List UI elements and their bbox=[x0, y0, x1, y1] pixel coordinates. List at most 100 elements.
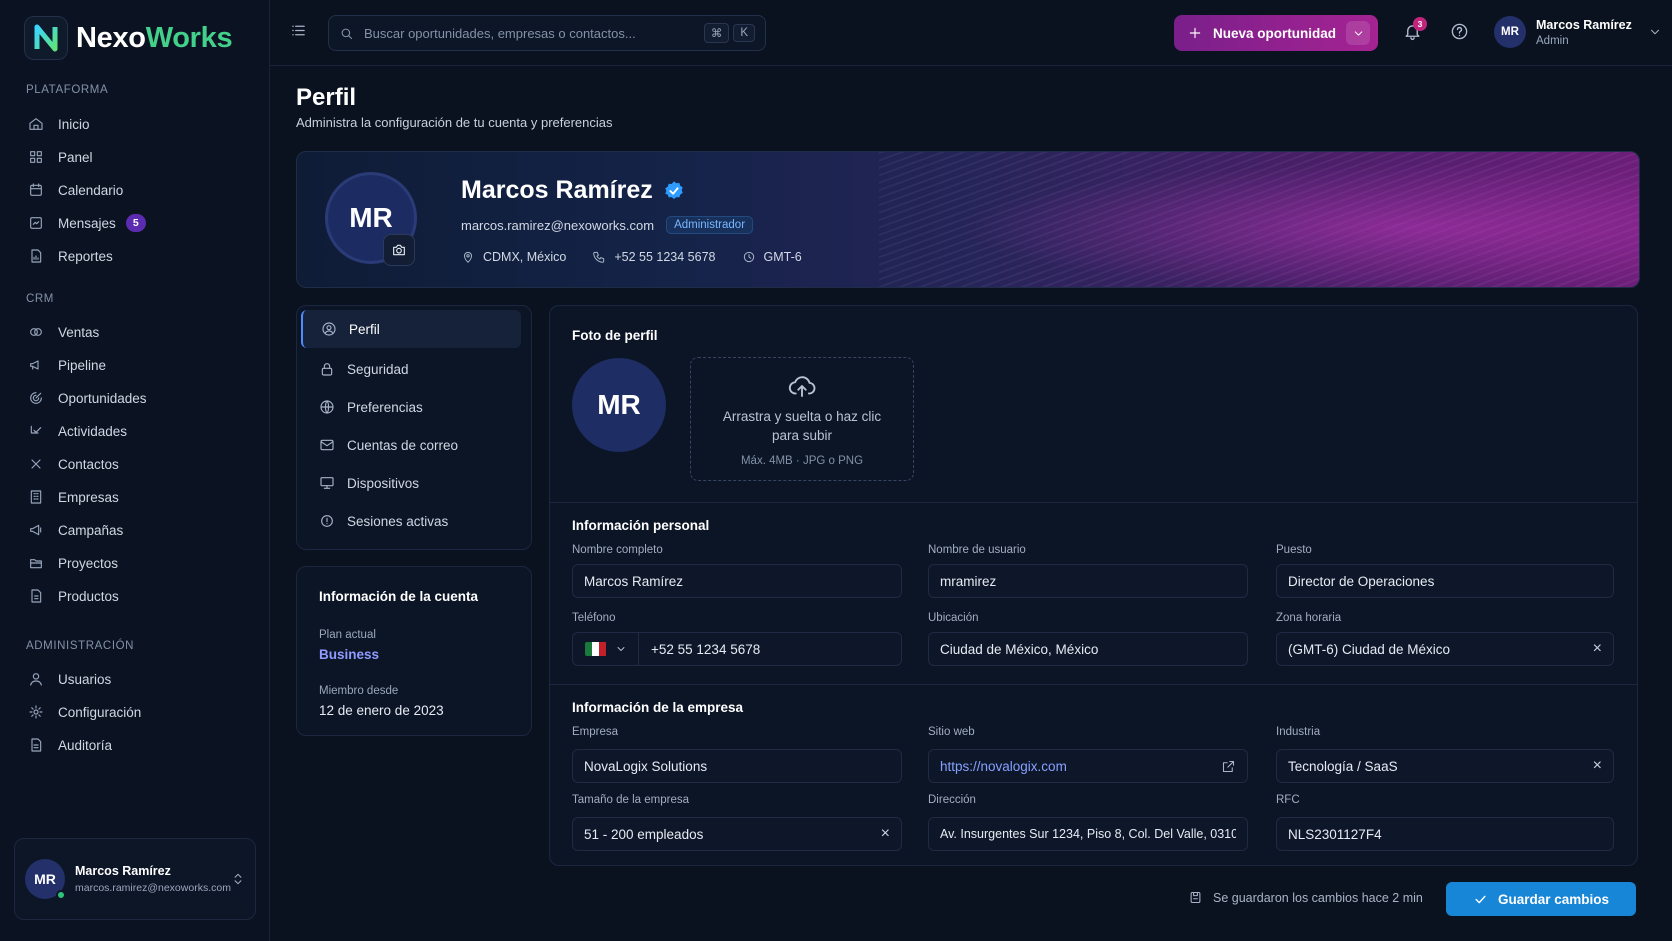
shortcut-key: K bbox=[733, 24, 755, 42]
sidebar-item-ventas[interactable]: Ventas bbox=[14, 317, 254, 347]
location-input[interactable]: Ciudad de México, México bbox=[928, 632, 1248, 666]
sidebar-user-card[interactable]: MR Marcos Ramírez marcos.ramirez@nexowor… bbox=[14, 838, 256, 920]
sidebar-item-inicio[interactable]: Inicio bbox=[14, 109, 254, 139]
phone-input[interactable]: +52 55 1234 5678 bbox=[639, 642, 760, 657]
nav-section-platform: PLATAFORMA bbox=[26, 84, 109, 96]
change-photo-button[interactable] bbox=[383, 234, 415, 266]
full-name-input[interactable]: Marcos Ramírez bbox=[572, 564, 902, 598]
sidebar: NexoWorks PLATAFORMA Inicio Panel Calend… bbox=[0, 0, 270, 941]
company-input[interactable]: NovaLogix Solutions bbox=[572, 749, 902, 783]
tab-perfil[interactable]: Perfil bbox=[301, 310, 521, 348]
help-icon bbox=[1451, 23, 1468, 40]
personal-section-title: Información personal bbox=[572, 518, 710, 533]
clear-icon[interactable]: × bbox=[1593, 640, 1602, 658]
topbar-user-name: Marcos Ramírez bbox=[1536, 17, 1632, 32]
sidebar-item-usuarios[interactable]: Usuarios bbox=[14, 664, 254, 694]
sidebar-item-mensajes[interactable]: Mensajes 5 bbox=[14, 208, 254, 238]
new-opportunity-button[interactable]: Nueva oportunidad bbox=[1174, 15, 1378, 51]
session-icon bbox=[321, 515, 333, 527]
external-link-icon[interactable] bbox=[1221, 759, 1236, 774]
address-label: Dirección bbox=[928, 794, 976, 806]
photo-dropzone[interactable]: Arrastra y suelta o haz clic para subir … bbox=[690, 357, 914, 481]
sidebar-item-auditoria[interactable]: Auditoría bbox=[14, 730, 254, 760]
tab-cuentas-correo[interactable]: Cuentas de correo bbox=[301, 426, 521, 464]
menu-icon bbox=[292, 25, 305, 36]
help-button[interactable] bbox=[1450, 22, 1469, 41]
sidebar-user-email: marcos.ramirez@nexoworks.com bbox=[75, 882, 231, 894]
company-size-select[interactable]: 51 - 200 empleados × bbox=[572, 817, 902, 851]
dropzone-text: Arrastra y suelta o haz clic para subir bbox=[722, 409, 882, 443]
mexico-flag-icon bbox=[584, 642, 607, 656]
tab-dispositivos[interactable]: Dispositivos bbox=[301, 464, 521, 502]
sidebar-item-oportunidades[interactable]: Oportunidades bbox=[14, 383, 254, 413]
position-input[interactable]: Director de Operaciones bbox=[1276, 564, 1614, 598]
save-status-icon bbox=[1190, 891, 1201, 904]
sidebar-item-configuracion[interactable]: Configuración bbox=[14, 697, 254, 727]
save-button[interactable]: Guardar cambios bbox=[1446, 882, 1636, 916]
topbar-user-menu[interactable]: MR Marcos Ramírez Admin bbox=[1494, 16, 1662, 48]
box-icon bbox=[31, 589, 42, 603]
country-code-select[interactable] bbox=[573, 633, 639, 665]
campaign-icon bbox=[30, 524, 42, 536]
chevron-down-icon bbox=[617, 647, 624, 651]
sidebar-item-contactos[interactable]: Contactos bbox=[14, 449, 254, 479]
brand-name: NexoWorks bbox=[76, 21, 233, 54]
username-label: Nombre de usuario bbox=[928, 544, 1026, 556]
avatar-preview: MR bbox=[572, 358, 666, 452]
tab-sesiones-activas[interactable]: Sesiones activas bbox=[301, 502, 521, 540]
page-subtitle: Administra la configuración de tu cuenta… bbox=[296, 115, 613, 130]
search-input[interactable] bbox=[364, 25, 694, 41]
audit-icon bbox=[31, 738, 42, 752]
address-input[interactable]: Av. Insurgentes Sur 1234, Piso 8, Col. D… bbox=[928, 817, 1248, 851]
sidebar-item-calendario[interactable]: Calendario bbox=[14, 175, 254, 205]
building-icon bbox=[30, 490, 42, 504]
target-icon bbox=[30, 392, 42, 404]
sidebar-item-empresas[interactable]: Empresas bbox=[14, 482, 254, 512]
username-input[interactable]: mramirez bbox=[928, 564, 1248, 598]
home-icon bbox=[29, 118, 43, 130]
clear-icon[interactable]: × bbox=[1593, 757, 1602, 775]
brand-logo[interactable]: NexoWorks bbox=[24, 16, 233, 60]
tab-seguridad[interactable]: Seguridad bbox=[301, 350, 521, 388]
profile-email-row: marcos.ramirez@nexoworks.com Administrado… bbox=[461, 216, 754, 234]
chevron-updown-icon[interactable] bbox=[231, 872, 245, 886]
sidebar-user-name: Marcos Ramírez bbox=[75, 864, 171, 878]
photo-section-title: Foto de perfil bbox=[572, 328, 658, 343]
website-input[interactable]: https://novalogix.com bbox=[928, 749, 1248, 783]
sidebar-item-reportes[interactable]: Reportes bbox=[14, 241, 254, 271]
phone-icon bbox=[593, 251, 605, 263]
global-search[interactable]: ⌘K bbox=[328, 15, 766, 51]
rfc-input[interactable]: NLS2301127F4 bbox=[1276, 817, 1614, 851]
sidebar-item-pipeline[interactable]: Pipeline bbox=[14, 350, 254, 380]
plan-value[interactable]: Business bbox=[319, 647, 379, 662]
profile-name: Marcos Ramírez bbox=[461, 176, 685, 205]
globe-icon bbox=[320, 400, 334, 414]
sales-icon bbox=[30, 328, 42, 336]
tab-preferencias[interactable]: Preferencias bbox=[301, 388, 521, 426]
divider bbox=[550, 684, 1637, 685]
online-status-dot bbox=[56, 890, 66, 900]
topbar: ⌘K Nueva oportunidad 3 MR Marcos Ramírez… bbox=[270, 0, 1672, 66]
industry-select[interactable]: Tecnología / SaaS × bbox=[1276, 749, 1614, 783]
monitor-icon bbox=[320, 477, 334, 489]
sidebar-item-proyectos[interactable]: Proyectos bbox=[14, 548, 254, 578]
mail-icon bbox=[320, 439, 334, 451]
gear-icon bbox=[29, 705, 43, 719]
plus-icon bbox=[1189, 27, 1201, 39]
user-circle-icon bbox=[322, 322, 336, 336]
member-since-label: Miembro desde bbox=[319, 685, 399, 697]
chevron-down-icon bbox=[1354, 30, 1362, 36]
sidebar-item-panel[interactable]: Panel bbox=[14, 142, 254, 172]
sidebar-item-actividades[interactable]: Actividades bbox=[14, 416, 254, 446]
topbar-user-role: Admin bbox=[1536, 34, 1569, 47]
clear-icon[interactable]: × bbox=[881, 825, 890, 843]
sidebar-item-campanas[interactable]: Campañas bbox=[14, 515, 254, 545]
clock-icon bbox=[743, 251, 754, 263]
menu-toggle-button[interactable] bbox=[290, 22, 307, 39]
new-opportunity-dropdown[interactable] bbox=[1346, 21, 1370, 45]
saved-status: Se guardaron los cambios hace 2 min bbox=[1188, 890, 1423, 905]
sidebar-item-productos[interactable]: Productos bbox=[14, 581, 254, 611]
timezone-select[interactable]: (GMT-6) Ciudad de México × bbox=[1276, 632, 1614, 666]
nav-section-admin: ADMINISTRACIÓN bbox=[26, 640, 135, 652]
grid-icon bbox=[30, 151, 42, 163]
